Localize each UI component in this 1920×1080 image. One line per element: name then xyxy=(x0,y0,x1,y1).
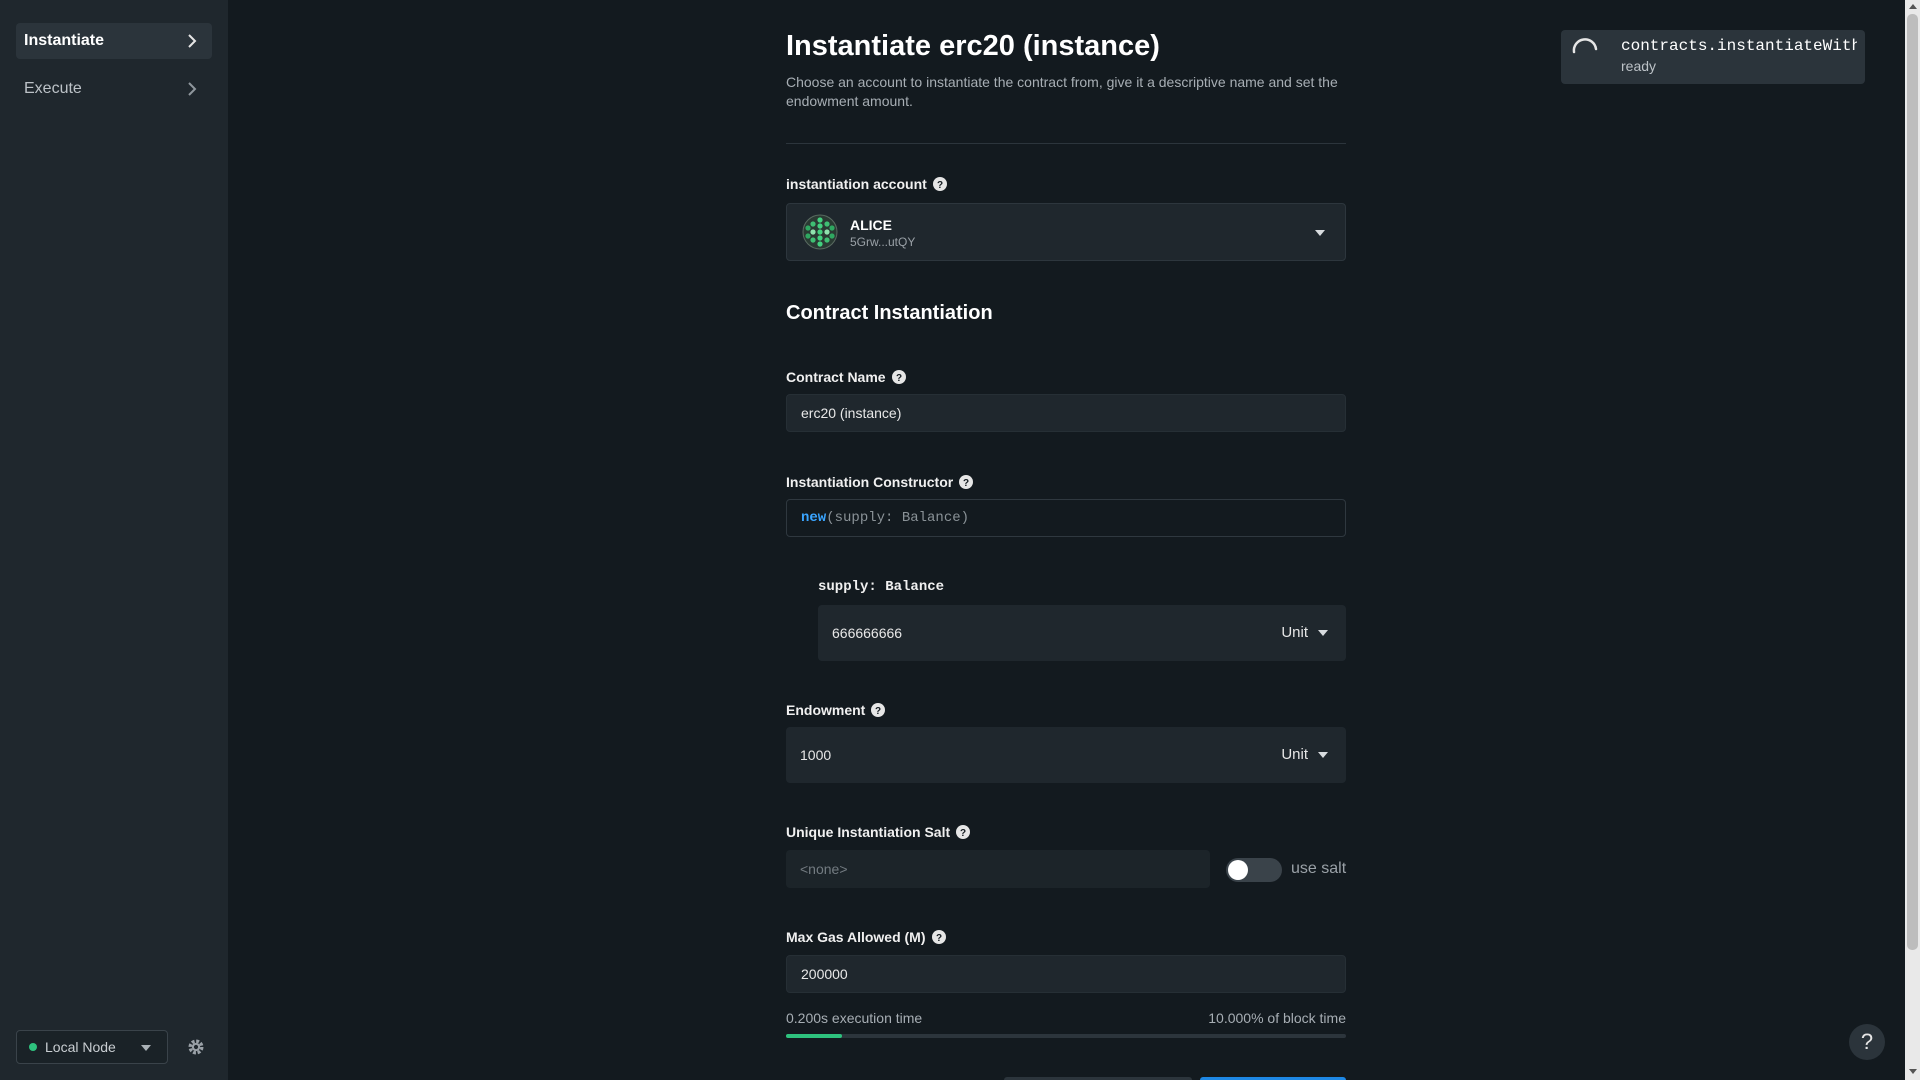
svg-text:?: ? xyxy=(937,180,943,191)
page-subtitle: Choose an account to instantiate the con… xyxy=(786,74,1338,109)
help-button[interactable]: ? xyxy=(1849,1024,1885,1060)
contract-name-value: erc20 (instance) xyxy=(801,405,902,421)
contract-name-label: Contract Name ? xyxy=(786,369,906,385)
endowment-value: 1000 xyxy=(800,747,832,763)
contract-name-input[interactable]: erc20 (instance) xyxy=(786,394,1346,432)
scroll-thumb[interactable] xyxy=(1907,14,1918,950)
svg-text:?: ? xyxy=(960,828,966,839)
help-icon[interactable]: ? xyxy=(959,475,974,489)
sidebar-item-label: Execute xyxy=(24,80,82,97)
endowment-input[interactable]: 1000 Unit xyxy=(786,727,1346,783)
caret-down-icon xyxy=(141,1045,151,1051)
toggle-knob xyxy=(1228,860,1248,880)
toast-status: ready xyxy=(1621,58,1657,74)
svg-text:?: ? xyxy=(935,933,941,944)
account-address: 5Grw...utQY xyxy=(850,235,916,249)
endowment-label-text: Endowment xyxy=(786,702,866,718)
max-gas-input[interactable]: 200000 xyxy=(786,955,1346,993)
sidebar-item-label: Instantiate xyxy=(24,32,105,49)
use-salt-label: use salt xyxy=(1291,860,1347,877)
scroll-up-arrow-icon[interactable] xyxy=(1909,4,1917,9)
sidebar-item-instantiate[interactable]: Instantiate xyxy=(16,23,212,59)
gas-label: Max Gas Allowed (M) ? xyxy=(786,929,946,945)
unit-select[interactable]: Unit xyxy=(1281,624,1308,641)
block-time: 10.000% of block time xyxy=(1208,1010,1346,1026)
chevron-right-icon xyxy=(188,34,197,48)
toast-method: contracts.instantiateWithCode xyxy=(1621,37,1857,55)
account-select[interactable]: ALICE 5Grw...utQY xyxy=(786,203,1346,261)
help-icon[interactable]: ? xyxy=(871,703,886,717)
salt-label: Unique Instantiation Salt ? xyxy=(786,824,971,840)
constructor-keyword: new xyxy=(801,510,827,526)
max-gas-value: 200000 xyxy=(801,966,848,982)
caret-down-icon xyxy=(1315,230,1325,236)
account-label-text: instantiation account xyxy=(786,176,927,192)
supply-input[interactable]: 666666666 Unit xyxy=(818,605,1346,661)
caret-down-icon xyxy=(1318,752,1328,758)
help-icon[interactable]: ? xyxy=(891,370,906,384)
salt-placeholder: <none> xyxy=(800,861,848,877)
salt-label-text: Unique Instantiation Salt xyxy=(786,824,951,840)
constructor-label-text: Instantiation Constructor xyxy=(786,474,954,490)
use-salt-toggle[interactable] xyxy=(1226,858,1282,882)
divider xyxy=(786,143,1346,144)
scroll-down-arrow-icon[interactable] xyxy=(1909,1069,1917,1074)
chevron-right-icon xyxy=(188,82,197,96)
unit-select[interactable]: Unit xyxy=(1281,746,1308,763)
contract-name-label-text: Contract Name xyxy=(786,369,886,385)
node-status-dot xyxy=(29,1043,37,1051)
svg-text:?: ? xyxy=(896,373,902,384)
page-scrollbar[interactable] xyxy=(1905,0,1920,1080)
sidebar: Instantiate Execute Local Node xyxy=(0,0,228,1080)
identicon-avatar xyxy=(802,214,838,250)
param-label: supply: Balance xyxy=(818,579,945,595)
section-heading: Contract Instantiation xyxy=(786,302,993,324)
gas-progress-fill xyxy=(786,1034,842,1038)
node-selector[interactable]: Local Node xyxy=(16,1030,168,1064)
help-icon[interactable]: ? xyxy=(956,825,971,839)
constructor-label: Instantiation Constructor ? xyxy=(786,474,974,490)
account-label: instantiation account ? xyxy=(786,176,947,192)
constructor-select[interactable]: new (supply: Balance) xyxy=(786,499,1346,537)
gas-progress-bar xyxy=(786,1034,1346,1038)
spinner-icon xyxy=(1572,38,1598,54)
caret-down-icon xyxy=(1318,630,1328,636)
help-icon[interactable]: ? xyxy=(932,177,947,191)
endowment-label: Endowment ? xyxy=(786,702,886,718)
gear-icon[interactable] xyxy=(186,1037,206,1057)
supply-value: 666666666 xyxy=(832,625,903,641)
sidebar-item-execute[interactable]: Execute xyxy=(16,71,212,107)
salt-input[interactable]: <none> xyxy=(786,850,1210,888)
page-title: Instantiate erc20 (instance) xyxy=(786,30,1160,62)
svg-text:?: ? xyxy=(875,706,881,717)
execution-time: 0.200s execution time xyxy=(786,1010,923,1026)
svg-text:?: ? xyxy=(963,478,969,489)
gas-label-text: Max Gas Allowed (M) xyxy=(786,929,926,945)
transaction-toast: contracts.instantiateWithCode ready xyxy=(1561,30,1865,84)
account-name: ALICE xyxy=(850,217,892,233)
constructor-args: (supply: Balance) xyxy=(826,510,970,526)
node-label: Local Node xyxy=(45,1039,116,1055)
help-icon[interactable]: ? xyxy=(931,930,946,944)
